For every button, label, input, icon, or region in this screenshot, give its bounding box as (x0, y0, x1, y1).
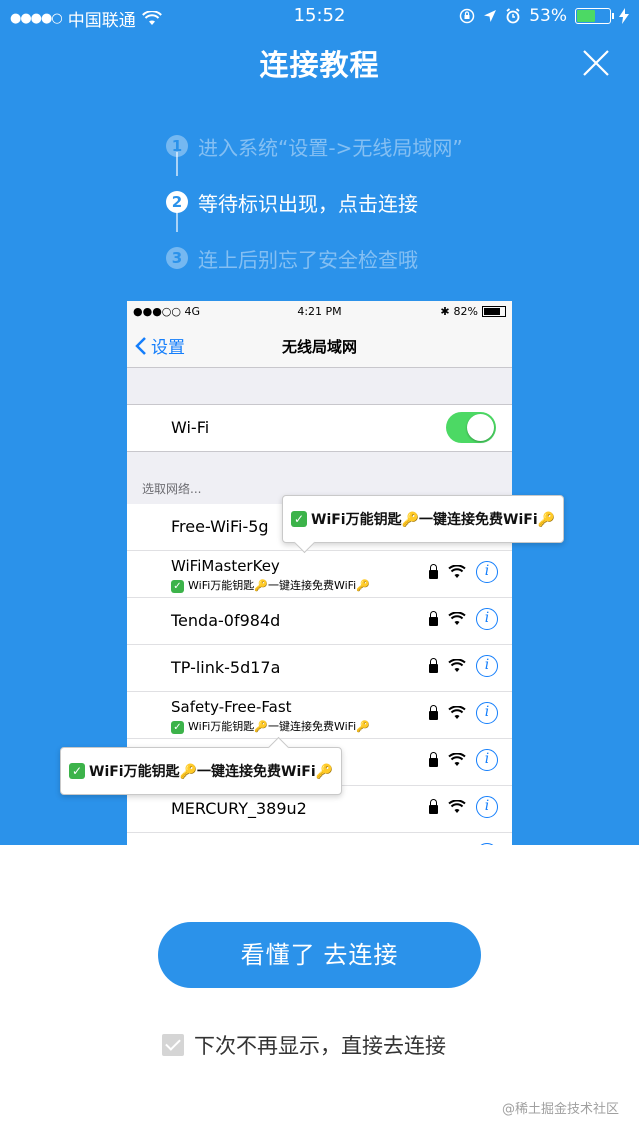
network-name: WiFiMasterKey (171, 557, 280, 575)
bluetooth-icon: ✱ (440, 305, 450, 318)
network-icons: i (429, 749, 498, 771)
charging-bolt-icon (619, 8, 629, 24)
network-badge: ✓ WiFi万能钥匙🔑一键连接免费WiFi🔑 (171, 718, 370, 734)
network-icons: i (429, 702, 498, 724)
wifi-label: Wi-Fi (171, 418, 210, 437)
info-icon: i (476, 655, 498, 677)
info-icon: i (476, 796, 498, 818)
step-number: 3 (166, 247, 188, 269)
lock-icon (429, 705, 438, 720)
network-row: TP-link-5d17a i (127, 645, 512, 692)
network-row: WiFiMasterKey ✓ WiFi万能钥匙🔑一键连接免费WiFi🔑 i (127, 551, 512, 598)
steps-list: 1 进入系统“设置->无线局域网” 2 等待标识出现，点击连接 3 连上后别忘了… (162, 118, 582, 286)
info-icon: i (476, 608, 498, 630)
info-icon: i (476, 843, 498, 845)
lock-icon (429, 564, 438, 579)
lock-icon (429, 799, 438, 814)
phone-nav-title: 无线局域网 (281, 338, 357, 356)
step-number: 2 (166, 191, 188, 213)
phone-nav-bar: 设置 无线局域网 (127, 323, 512, 368)
network-badge-text: WiFi万能钥匙🔑一键连接免费WiFi🔑 (188, 720, 370, 733)
wifi-signal-icon (448, 753, 466, 766)
step-text: 等待标识出现，点击连接 (198, 191, 418, 216)
orientation-lock-icon (459, 8, 475, 24)
wifi-toggle-row: Wi-Fi (127, 404, 512, 452)
wifi-key-tooltip: ✓ WiFi万能钥匙🔑一键连接免费WiFi🔑 (60, 736, 343, 795)
tooltip-text: WiFi万能钥匙🔑一键连接免费WiFi🔑 (89, 764, 334, 780)
step-text: 连上后别忘了安全检查哦 (198, 247, 418, 272)
check-icon: ✓ (69, 763, 85, 779)
network-badge: ✓ WiFi万能钥匙🔑一键连接免费WiFi🔑 (171, 577, 370, 593)
network-name: MERCURY_389u2 (171, 799, 307, 818)
got-it-connect-button[interactable]: 看懂了 去连接 (158, 922, 481, 988)
lock-icon (429, 752, 438, 767)
dont-show-again-option[interactable]: 下次不再显示，直接去连接 (162, 1030, 446, 1060)
tooltip-text: WiFi万能钥匙🔑一键连接免费WiFi🔑 (311, 512, 556, 528)
network-icons: i (429, 561, 498, 583)
tutorial-background: ●●●●○ 中国联通 15:52 53% 连接教程 1 进入系统“设置->无线局… (0, 0, 639, 845)
battery-percent: 53% (529, 6, 567, 26)
step-number: 1 (166, 135, 188, 157)
check-icon: ✓ (171, 721, 184, 734)
phone-battery-percent: 82% (453, 305, 478, 318)
location-arrow-icon (484, 10, 497, 22)
wifi-key-tooltip: ✓ WiFi万能钥匙🔑一键连接免费WiFi🔑 (282, 495, 565, 554)
wifi-signal-icon (448, 800, 466, 813)
network-icons: i (429, 843, 498, 845)
network-name: Safety-Free-Fast (171, 698, 292, 716)
close-icon[interactable] (581, 48, 611, 78)
step-2: 2 等待标识出现，点击连接 (162, 174, 582, 230)
phone-battery-icon (482, 306, 506, 317)
page-title: 连接教程 (259, 48, 380, 82)
wifi-signal-icon (448, 706, 466, 719)
network-row: Safety-Free-Fast ✓ WiFi万能钥匙🔑一键连接免费WiFi🔑 i (127, 692, 512, 739)
status-right: 53% (459, 6, 629, 26)
watermark: @稀土掘金技术社区 (501, 1102, 619, 1117)
alarm-clock-icon (506, 8, 520, 24)
check-icon: ✓ (291, 511, 307, 527)
dont-show-checkbox[interactable] (162, 1034, 184, 1056)
phone-status-right: ✱ 82% (440, 305, 506, 318)
network-icons: i (429, 655, 498, 677)
network-row: Tenda-0f984d i (127, 598, 512, 645)
network-icons: i (429, 608, 498, 630)
wifi-signal-icon (448, 659, 466, 672)
step-1: 1 进入系统“设置->无线局域网” (162, 118, 582, 174)
network-name: TP-link-5d17a (171, 658, 281, 677)
dont-show-label: 下次不再显示，直接去连接 (194, 1034, 446, 1058)
lock-icon (429, 611, 438, 626)
network-name: Tenda-0f984d (171, 611, 281, 630)
wifi-signal-icon (448, 565, 466, 578)
step-text: 进入系统“设置->无线局域网” (198, 135, 463, 160)
lock-icon (429, 658, 438, 673)
battery-icon (575, 8, 614, 24)
info-icon: i (476, 561, 498, 583)
wifi-signal-icon (448, 612, 466, 625)
step-3: 3 连上后别忘了安全检查哦 (162, 230, 582, 286)
network-badge-text: WiFi万能钥匙🔑一键连接免费WiFi🔑 (188, 579, 370, 592)
info-icon: i (476, 749, 498, 771)
check-icon: ✓ (171, 580, 184, 593)
phone-status-bar: ●●●○○ 4G 4:21 PM ✱ 82% (127, 301, 512, 323)
info-icon: i (476, 702, 498, 724)
network-icons: i (429, 796, 498, 818)
section-header-label: 选取网络... (142, 482, 202, 496)
network-row: maydow-0000 i (127, 833, 512, 845)
wifi-toggle (446, 412, 496, 443)
network-name: Free-WiFi-5g (171, 517, 269, 536)
status-bar: ●●●●○ 中国联通 15:52 53% (0, 0, 639, 34)
